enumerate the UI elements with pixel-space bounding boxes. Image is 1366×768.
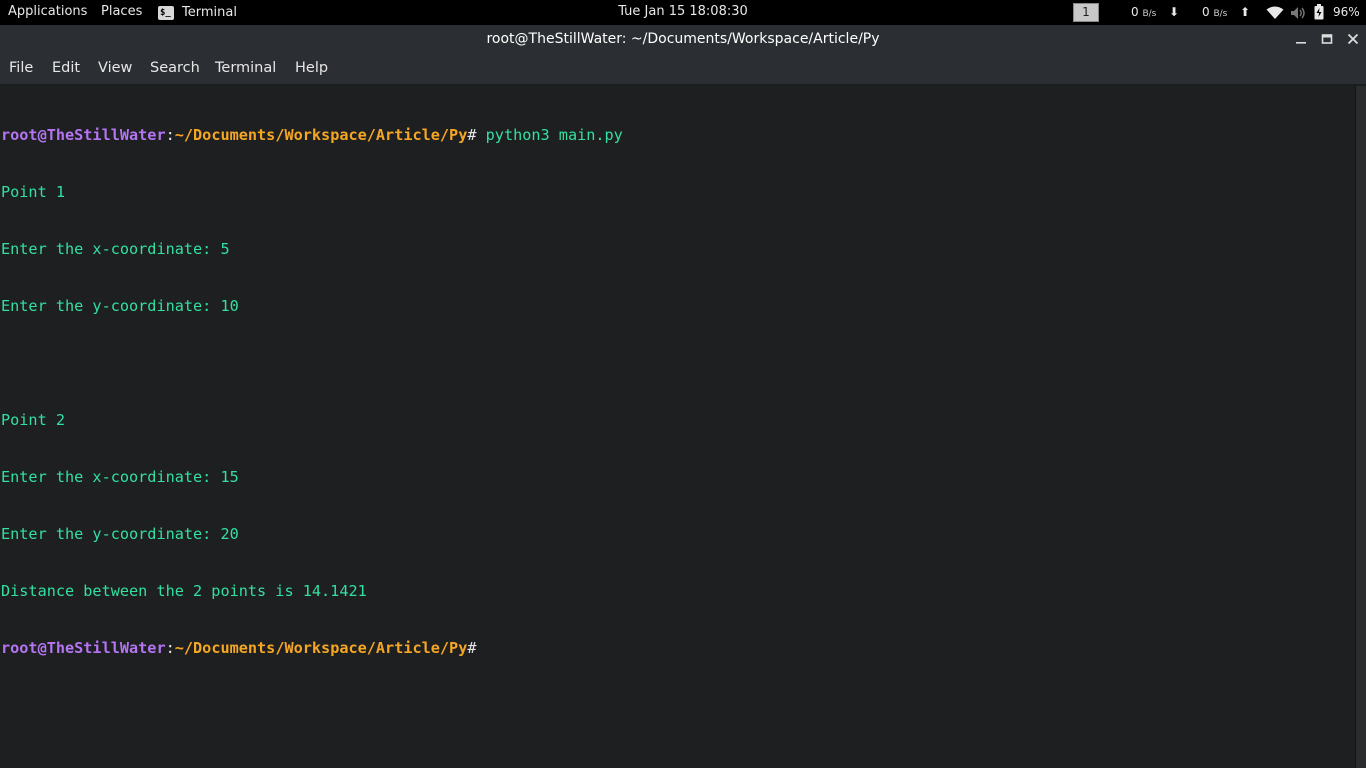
window-title: root@TheStillWater: ~/Documents/Workspac… (486, 31, 880, 47)
net-upload-speed: 0 B/s (1202, 0, 1227, 25)
terminal-output: root@TheStillWater:~/Documents/Workspace… (1, 88, 623, 696)
close-button[interactable] (1342, 25, 1364, 53)
output-line: Enter the y-coordinate: 10 (1, 297, 239, 315)
output-line: Enter the y-coordinate: 20 (1, 525, 239, 543)
terminal-app-label: Terminal (182, 4, 237, 20)
menu-view[interactable]: View (98, 53, 132, 84)
download-arrow-icon: ⬇ (1169, 5, 1180, 19)
net-down-value: 0 (1131, 5, 1139, 19)
places-menu[interactable]: Places (101, 0, 142, 25)
minimize-icon (1296, 42, 1306, 44)
workspace-indicator[interactable]: 1 (1073, 3, 1099, 22)
menu-terminal[interactable]: Terminal (215, 53, 276, 84)
output-line: Enter the x-coordinate: 15 (1, 468, 239, 486)
terminal-app-menu[interactable]: $_ Terminal (158, 0, 237, 25)
output-line: Enter the x-coordinate: 5 (1, 240, 230, 258)
upload-arrow-icon: ⬆ (1240, 5, 1251, 19)
prompt-line-1: root@TheStillWater:~/Documents/Workspace… (1, 126, 623, 145)
command-text: python3 main.py (476, 126, 623, 144)
applications-menu[interactable]: Applications (8, 0, 87, 25)
prompt-hash: # (467, 639, 477, 657)
terminal-scrollbar[interactable] (1355, 86, 1366, 768)
battery-charging-icon[interactable] (1314, 4, 1324, 20)
battery-percent: 96% (1333, 5, 1360, 19)
output-line: Distance between the 2 points is 14.1421 (1, 582, 367, 600)
clock[interactable]: Tue Jan 15 18:08:30 (618, 4, 748, 19)
menu-bar: File Edit View Search Terminal Help (0, 53, 1366, 85)
output-line: Point 2 (1, 411, 66, 429)
window-title-bar[interactable]: root@TheStillWater: ~/Documents/Workspac… (0, 25, 1366, 53)
net-up-unit: B/s (1213, 9, 1228, 19)
maximize-button[interactable] (1316, 25, 1338, 53)
maximize-icon (1321, 34, 1333, 44)
top-panel: Applications Places $_ Terminal Tue Jan … (0, 0, 1366, 25)
prompt-user: root@TheStillWater (1, 639, 166, 657)
prompt-colon: : (165, 126, 175, 144)
menu-edit[interactable]: Edit (52, 53, 80, 84)
prompt-hash: # (467, 126, 477, 144)
wifi-icon[interactable] (1266, 5, 1284, 19)
prompt-line-2: root@TheStillWater:~/Documents/Workspace… (1, 639, 623, 658)
net-down-unit: B/s (1142, 9, 1157, 19)
close-icon (1347, 33, 1359, 45)
menu-search[interactable]: Search (150, 53, 200, 84)
prompt-path: ~/Documents/Workspace/Article/Py (174, 639, 468, 657)
net-up-value: 0 (1202, 5, 1210, 19)
menu-file[interactable]: File (9, 53, 33, 84)
minimize-button[interactable] (1290, 25, 1312, 53)
prompt-user: root@TheStillWater (1, 126, 166, 144)
terminal-area[interactable]: root@TheStillWater:~/Documents/Workspace… (0, 86, 1366, 768)
menu-help[interactable]: Help (295, 53, 328, 84)
prompt-path: ~/Documents/Workspace/Article/Py (174, 126, 468, 144)
terminal-icon: $_ (158, 5, 174, 20)
volume-muted-icon[interactable] (1290, 5, 1306, 19)
prompt-colon: : (165, 639, 175, 657)
net-download-speed: 0 B/s (1131, 0, 1156, 25)
output-line: Point 1 (1, 183, 66, 201)
